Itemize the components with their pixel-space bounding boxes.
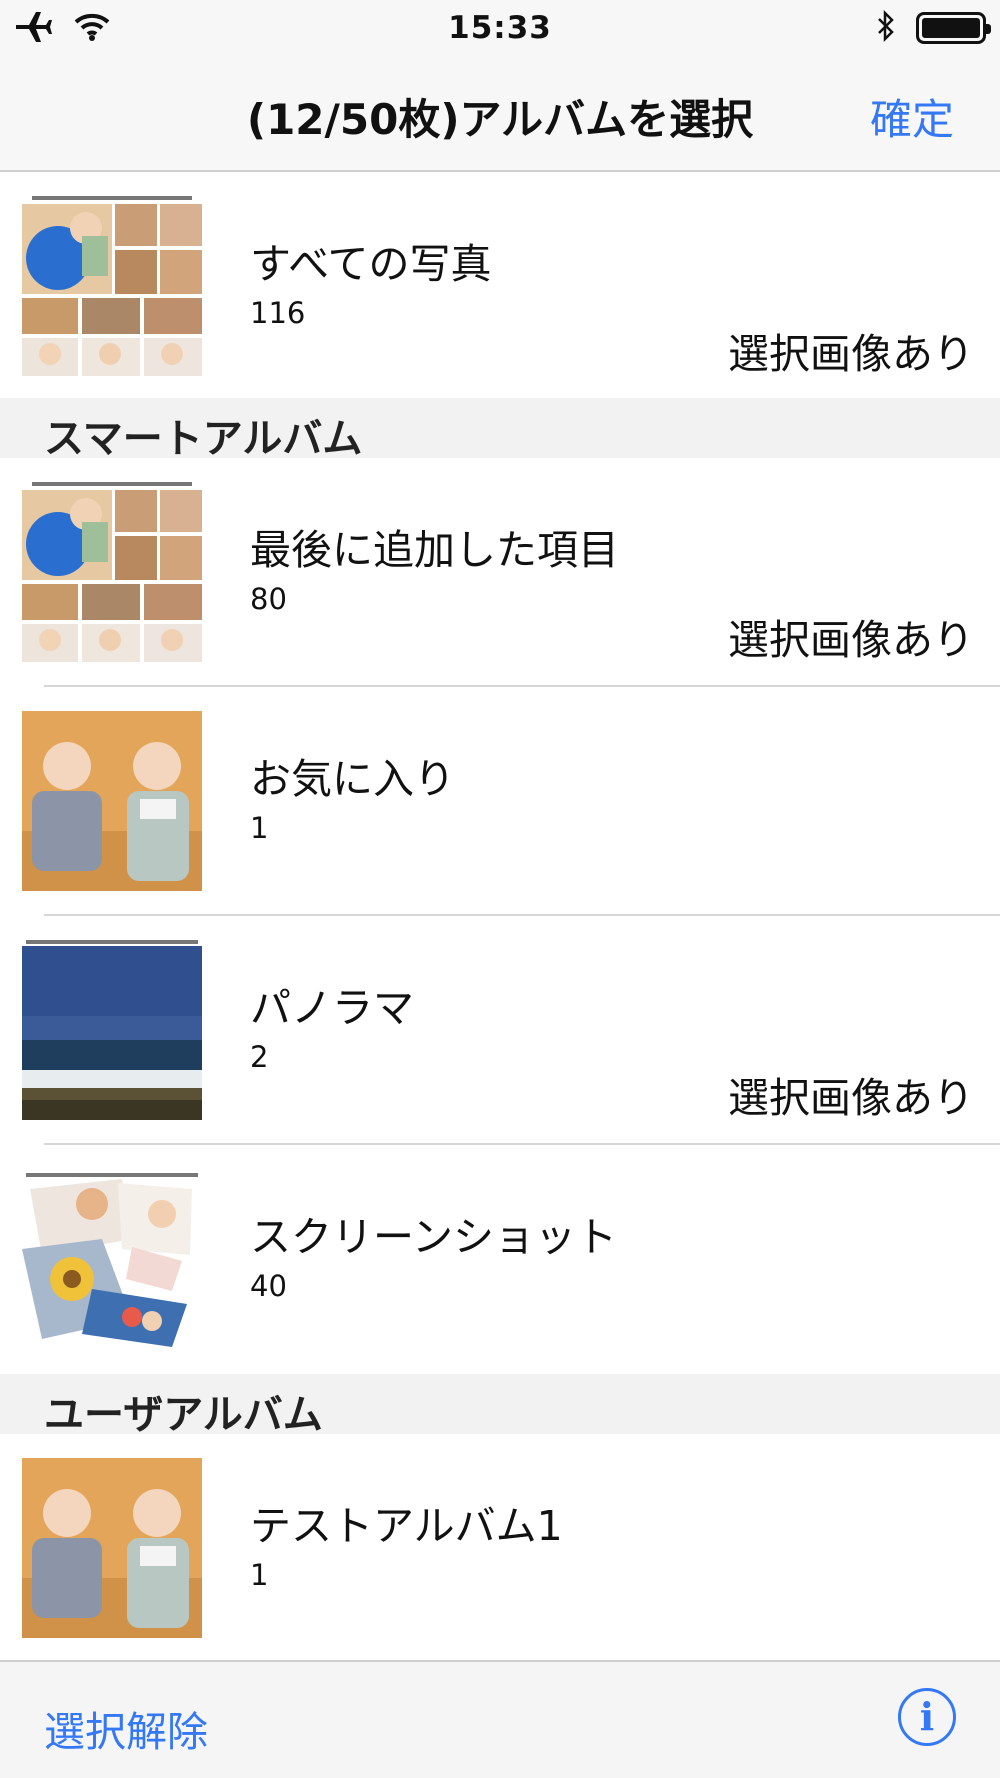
- album-thumbnail: [22, 711, 202, 891]
- selected-images-badge: 選択画像あり: [728, 616, 974, 664]
- album-name: パノラマ: [250, 984, 414, 1032]
- status-bar: 15:33: [0, 0, 1000, 56]
- navigation-bar: (12/50枚)アルバムを選択 確定: [0, 56, 1000, 172]
- album-thumbnail: [22, 482, 202, 662]
- album-row-all-photos[interactable]: すべての写真 116 選択画像あり: [0, 172, 1000, 398]
- album-thumbnail: [22, 1169, 202, 1349]
- album-name: お気に入り: [250, 755, 455, 803]
- album-row-panorama[interactable]: パノラマ 2 選択画像あり: [0, 916, 1000, 1145]
- album-list: すべての写真 116 選択画像あり スマートアルバム 最後に追加した項目 80 …: [0, 172, 1000, 1663]
- album-count: 40: [250, 1269, 287, 1303]
- bluetooth-icon: [876, 9, 896, 46]
- info-icon[interactable]: i: [898, 1688, 956, 1746]
- album-name: 最後に追加した項目: [250, 526, 619, 574]
- album-thumbnail: [22, 1458, 202, 1638]
- selected-images-badge: 選択画像あり: [728, 330, 974, 378]
- album-count: 1: [250, 1558, 269, 1592]
- album-row-favorites[interactable]: お気に入り 1: [0, 687, 1000, 916]
- section-title: スマートアルバム: [44, 416, 363, 462]
- album-name: スクリーンショット: [250, 1213, 617, 1261]
- album-count: 80: [250, 582, 287, 616]
- selected-images-badge: 選択画像あり: [728, 1074, 974, 1122]
- album-count: 116: [250, 296, 306, 330]
- album-thumbnail: [22, 196, 202, 376]
- album-name: すべての写真: [250, 240, 492, 288]
- album-row-test-album[interactable]: テストアルバム1 1: [0, 1434, 1000, 1663]
- album-count: 1: [250, 811, 269, 845]
- battery-icon: [916, 12, 991, 44]
- section-title: ユーザアルバム: [44, 1392, 323, 1438]
- album-thumbnail: [22, 940, 202, 1120]
- bottom-toolbar: 選択解除 i: [0, 1660, 1000, 1778]
- section-header-smart-albums: スマートアルバム: [0, 398, 1000, 462]
- album-count: 2: [250, 1040, 269, 1074]
- album-name: テストアルバム1: [250, 1502, 563, 1550]
- page-title: (12/50枚)アルバムを選択: [246, 95, 754, 144]
- album-row-screenshots[interactable]: スクリーンショット 40: [0, 1145, 1000, 1374]
- confirm-button[interactable]: 確定: [870, 86, 954, 147]
- status-time: 15:33: [448, 10, 552, 46]
- album-row-recently-added[interactable]: 最後に追加した項目 80 選択画像あり: [0, 458, 1000, 687]
- deselect-button[interactable]: 選択解除: [44, 1698, 208, 1758]
- section-header-user-albums: ユーザアルバム: [0, 1374, 1000, 1438]
